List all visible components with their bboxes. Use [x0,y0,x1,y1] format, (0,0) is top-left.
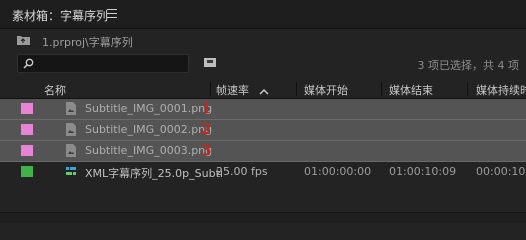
sequence-icon [66,167,76,175]
image-file-icon [66,144,76,157]
label-color-swatch[interactable] [21,124,33,135]
horizontal-scrollbar[interactable] [0,212,526,223]
panel-title[interactable]: 素材箱：字幕序列 [12,7,108,24]
label-color-swatch[interactable] [21,103,33,114]
image-file-icon [66,102,76,115]
sort-ascending-icon [259,88,268,94]
column-media-start[interactable]: 媒体开始 [304,82,348,98]
column-divider[interactable] [296,82,297,96]
folder-up-icon[interactable] [17,35,30,45]
column-media-end[interactable]: 媒体结束 [389,82,433,98]
annotation-mark: 2 [201,120,212,138]
search-icon [23,58,34,69]
label-color-swatch[interactable] [21,166,33,177]
clip-name[interactable]: Subtitle_IMG_0001.png [85,102,212,115]
table-row[interactable]: XML字幕序列_25.0p_Subti 25.00 fps 01:00:00:0… [0,162,526,182]
clip-name[interactable]: Subtitle_IMG_0003.png [85,144,212,157]
search-row: 3 项已选择，共 4 项 [0,52,526,74]
column-divider[interactable] [467,82,468,96]
table-row[interactable]: Subtitle_IMG_0002.png 2 [0,120,526,141]
annotation-mark: 1 [201,99,212,117]
column-frame-rate-label: 帧速率 [216,84,249,97]
bin-path-row: 1.prproj\字幕序列 [0,29,526,51]
bin-path: 1.prproj\字幕序列 [42,36,133,49]
label-color-swatch[interactable] [21,145,33,156]
annotation-mark: 3 [201,141,212,159]
table-row[interactable]: Subtitle_IMG_0001.png 1 [0,99,526,120]
column-divider[interactable] [381,82,382,96]
column-divider[interactable] [210,82,211,96]
clip-frame-rate: 25.00 fps [216,165,268,178]
panel-title-bar: 素材箱：字幕序列 [0,0,526,29]
clip-media-duration: 00:00:10:10 [476,165,526,178]
clip-media-end: 01:00:10:09 [389,165,457,178]
search-input[interactable] [17,54,189,73]
image-file-icon [66,123,76,136]
selection-status: 3 项已选择，共 4 项 [417,59,520,72]
table-row[interactable]: Subtitle_IMG_0003.png 3 [0,141,526,162]
clip-media-start: 01:00:00:00 [304,165,372,178]
clip-name[interactable]: XML字幕序列_25.0p_Subti [85,165,223,181]
new-bin-icon[interactable] [204,57,216,67]
project-bin-panel: 素材箱：字幕序列 1.prproj\字幕序列 3 项已选择，共 4 项 名称 帧… [0,0,526,223]
column-header-row: 名称 帧速率 媒体开始 媒体结束 媒体持续时 [0,80,526,99]
column-frame-rate[interactable]: 帧速率 [216,82,269,98]
hamburger-menu-icon[interactable] [107,6,119,20]
column-media-duration[interactable]: 媒体持续时 [476,82,526,98]
column-name[interactable]: 名称 [44,82,66,98]
clip-name[interactable]: Subtitle_IMG_0002.png [85,123,212,136]
